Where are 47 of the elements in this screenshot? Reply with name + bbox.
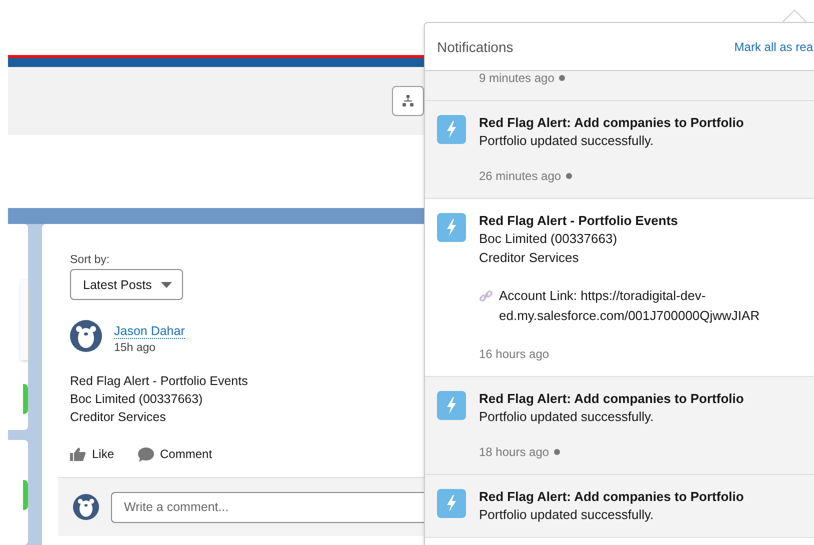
unread-dot: [559, 75, 566, 81]
notification-time: 16 hours ago: [479, 347, 550, 361]
notification-text: Portfolio updated successfully.: [479, 507, 654, 522]
notification-item[interactable]: Red Flag Alert: Add companies to Portfolio Portfolio updated successfully.: [425, 475, 814, 537]
sort-dropdown[interactable]: Latest Posts: [70, 269, 183, 300]
post-text: Red Flag Alert - Portfolio Events: [70, 374, 248, 388]
lightning-icon: [437, 391, 466, 420]
notification-text: Portfolio updated successfully.: [479, 409, 654, 424]
speech-bubble-icon: [138, 446, 154, 462]
post-time: 15h ago: [114, 342, 156, 354]
accent-bar: [23, 384, 28, 414]
notification-text: Boc Limited (00337663): [479, 231, 618, 246]
like-button[interactable]: Like: [70, 444, 114, 464]
hierarchy-button[interactable]: [392, 86, 424, 116]
notification-text: Creditor Services: [479, 250, 579, 265]
author-link[interactable]: Jason Dahar: [114, 324, 185, 339]
thumbs-up-icon: [70, 447, 86, 461]
notification-time: 26 minutes ago: [479, 169, 562, 183]
hierarchy-icon: [402, 95, 414, 107]
notification-item[interactable]: Red Flag Alert: Add companies to Portfolio Portfolio updated successfully. 18 hours ago: [425, 377, 814, 474]
comment-button[interactable]: Comment: [138, 444, 212, 464]
notification-item[interactable]: 9 minutes ago: [425, 71, 814, 100]
comment-field[interactable]: Write a comment...: [111, 492, 424, 522]
notification-time: 9 minutes ago: [479, 71, 554, 85]
post-text: Boc Limited (00337663): [70, 392, 203, 406]
lightning-icon: [437, 489, 466, 518]
post-text: Creditor Services: [70, 410, 166, 424]
notification-time: 18 hours ago: [479, 445, 550, 459]
caret-icon: [161, 282, 172, 288]
link-icon: [479, 289, 493, 303]
notification-title: Red Flag Alert: Add companies to Portfolio: [479, 391, 744, 406]
unread-dot: [554, 449, 560, 455]
notification-title: Red Flag Alert: Add companies to Portfolio: [479, 115, 744, 130]
notification-title: Red Flag Alert: Add companies to Portfolio: [479, 489, 744, 504]
unread-dot: [566, 173, 572, 179]
notification-text: Portfolio updated successfully.: [479, 133, 654, 148]
mark-all-read-link[interactable]: Mark all as rea: [734, 40, 813, 54]
avatar-icon: [70, 320, 102, 352]
lightning-icon: [437, 115, 466, 144]
notification-title: Red Flag Alert - Portfolio Events: [479, 213, 678, 228]
panel-title: Notifications: [437, 38, 514, 54]
notification-item[interactable]: Red Flag Alert: Add companies to Portfolio Portfolio updated successfully. 26 minutes ago: [425, 101, 814, 198]
sort-label: Sort by:: [70, 254, 110, 266]
account-link-text: Account Link: https://toradigital-dev-ed.my.salesforce.com/001J700000QjwwJIAR: [499, 287, 761, 325]
avatar-icon: [73, 494, 99, 520]
lightning-icon: [437, 213, 466, 242]
accent-bar: [23, 480, 28, 510]
